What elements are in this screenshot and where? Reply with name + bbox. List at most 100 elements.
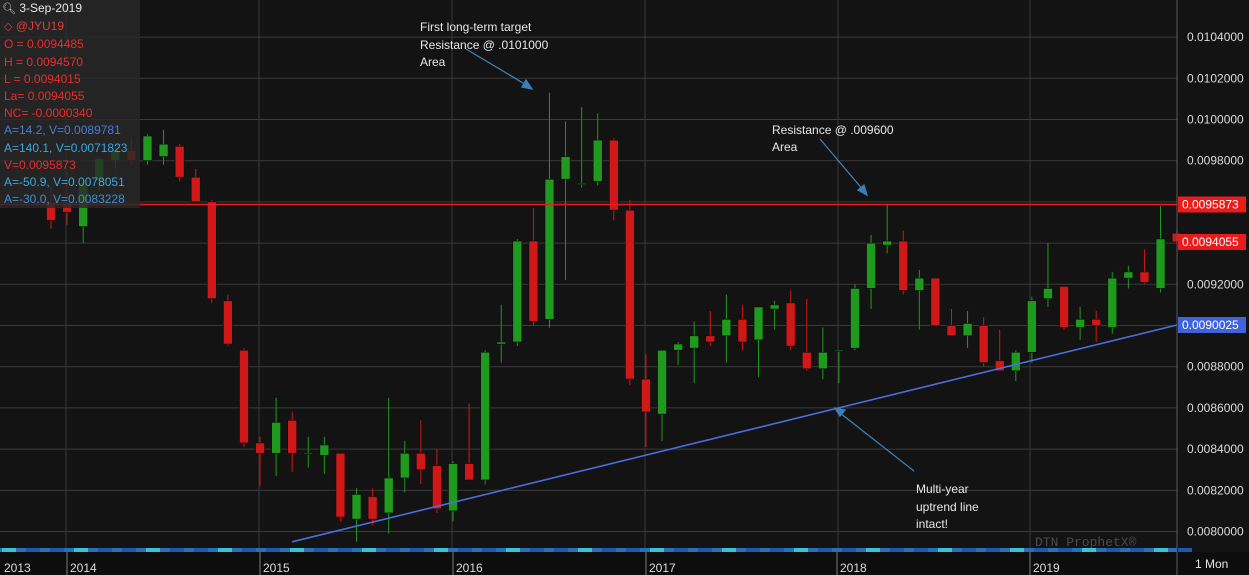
- band-segment: [1010, 548, 1024, 552]
- candle-body: [319, 444, 330, 456]
- candle-body: [978, 325, 989, 363]
- candle[interactable]: [512, 238, 523, 347]
- candle-body: [962, 323, 973, 337]
- candle-body: [239, 349, 249, 444]
- candle-body: [801, 351, 812, 370]
- last-price-tag[interactable]: 0.0094055: [1178, 233, 1246, 250]
- candle-body: [528, 240, 539, 322]
- info-high: H = 0.0094570: [4, 54, 84, 69]
- band-segment: [194, 548, 208, 552]
- candle-body: [464, 463, 474, 481]
- candle-body: [1043, 288, 1053, 300]
- band-segment: [1082, 548, 1096, 552]
- watermark: DTN ProphetX®: [1035, 535, 1137, 550]
- band-segment: [626, 548, 640, 552]
- candle[interactable]: [930, 277, 941, 326]
- info-date-row: 🔍︎ 3-Sep-2019: [0, 0, 140, 18]
- band-segment: [122, 548, 136, 552]
- candle-body: [641, 378, 651, 413]
- trend-price-label: 0.0090025: [1182, 318, 1239, 332]
- candle[interactable]: [239, 348, 249, 448]
- diamond-icon: ◇: [4, 21, 13, 34]
- candle[interactable]: [625, 199, 635, 386]
- candle[interactable]: [480, 350, 490, 485]
- candle-body: [882, 240, 892, 246]
- candle-body: [850, 288, 860, 349]
- band-segment: [338, 548, 352, 552]
- resistance-price-tag[interactable]: 0.0095873: [1178, 196, 1246, 213]
- candle-body: [255, 442, 265, 454]
- band-segment: [914, 548, 928, 552]
- band-segment: [602, 548, 616, 552]
- candle-body: [1091, 319, 1101, 326]
- candle[interactable]: [142, 133, 153, 165]
- magnifier-icon[interactable]: 🔍︎: [2, 3, 16, 15]
- candle-body: [785, 302, 796, 347]
- info-symbol: @JYU19: [15, 19, 65, 34]
- first-target-line-2: Resistance @ .0101000: [420, 38, 549, 52]
- quote-info-panel: 🔍︎ 3-Sep-2019 ◇ @JYU19 O = 0.0094485 H =…: [0, 0, 140, 208]
- candle-body: [399, 452, 410, 479]
- y-tick-label: 0.0086000: [1187, 401, 1244, 415]
- candle[interactable]: [335, 452, 346, 522]
- y-tick-label: 0.0082000: [1187, 483, 1244, 497]
- y-tick-label: 0.0098000: [1187, 154, 1244, 168]
- time-axis: [0, 552, 1249, 575]
- candle-body: [818, 351, 828, 370]
- band-segment: [530, 548, 544, 552]
- candle-body: [689, 335, 700, 349]
- candle-body: [480, 351, 490, 481]
- candle-body: [705, 335, 716, 343]
- band-segment: [818, 548, 832, 552]
- band-segment: [98, 548, 112, 552]
- candle-body: [1075, 319, 1085, 328]
- band-segment: [722, 548, 736, 552]
- candle-body: [930, 277, 941, 326]
- candle-body: [946, 325, 957, 337]
- band-segment: [314, 548, 328, 552]
- candle[interactable]: [1059, 286, 1069, 330]
- x-tick-label: 2019: [1033, 561, 1060, 575]
- candle[interactable]: [608, 138, 619, 221]
- band-segment: [1130, 548, 1144, 552]
- timeframe-label[interactable]: 1 Mon: [1195, 557, 1228, 571]
- band-segment: [50, 548, 64, 552]
- candle-body: [608, 139, 619, 211]
- band-segment: [746, 548, 760, 552]
- band-segment: [962, 548, 976, 552]
- x-tick-label: 2014: [70, 561, 97, 575]
- candle-body: [174, 145, 185, 178]
- info-indicator-1: A=14.2, V=0.0089781: [4, 123, 121, 138]
- candle-body: [1123, 271, 1134, 279]
- band-segment: [674, 548, 688, 552]
- candle[interactable]: [850, 284, 860, 351]
- candlestick-chart[interactable]: 0.0080000 0.0082000 0.0084000 0.0086000 0.00…: [0, 0, 1249, 575]
- candle[interactable]: [223, 294, 233, 347]
- x-tick-label: 2015: [263, 561, 290, 575]
- y-tick-label: 0.0080000: [1187, 525, 1244, 539]
- candle-body: [432, 465, 442, 510]
- x-tick-label: 2013: [4, 561, 31, 575]
- y-tick-label: 0.0084000: [1187, 442, 1244, 456]
- band-segment: [770, 548, 784, 552]
- candle[interactable]: [207, 199, 217, 303]
- candle-body: [544, 178, 555, 320]
- band-segment: [434, 548, 448, 552]
- band-segment: [698, 548, 712, 552]
- last-price-label: 0.0094055: [1182, 235, 1239, 249]
- candle[interactable]: [1107, 271, 1118, 334]
- y-tick-label: 0.0104000: [1187, 30, 1244, 44]
- candle-body: [592, 139, 603, 182]
- band-segment: [794, 548, 808, 552]
- candle-body: [303, 452, 314, 455]
- band-segment: [290, 548, 304, 552]
- trend-price-tag[interactable]: 0.0090025: [1178, 316, 1246, 333]
- band-segment: [362, 548, 376, 552]
- x-tick-label: 2016: [456, 561, 483, 575]
- info-date: 3-Sep-2019: [19, 1, 83, 15]
- band-segment: [458, 548, 472, 552]
- first-target-line-3: Area: [420, 55, 446, 69]
- candle[interactable]: [174, 144, 185, 182]
- band-segment: [146, 548, 160, 552]
- band-segment: [1058, 548, 1072, 552]
